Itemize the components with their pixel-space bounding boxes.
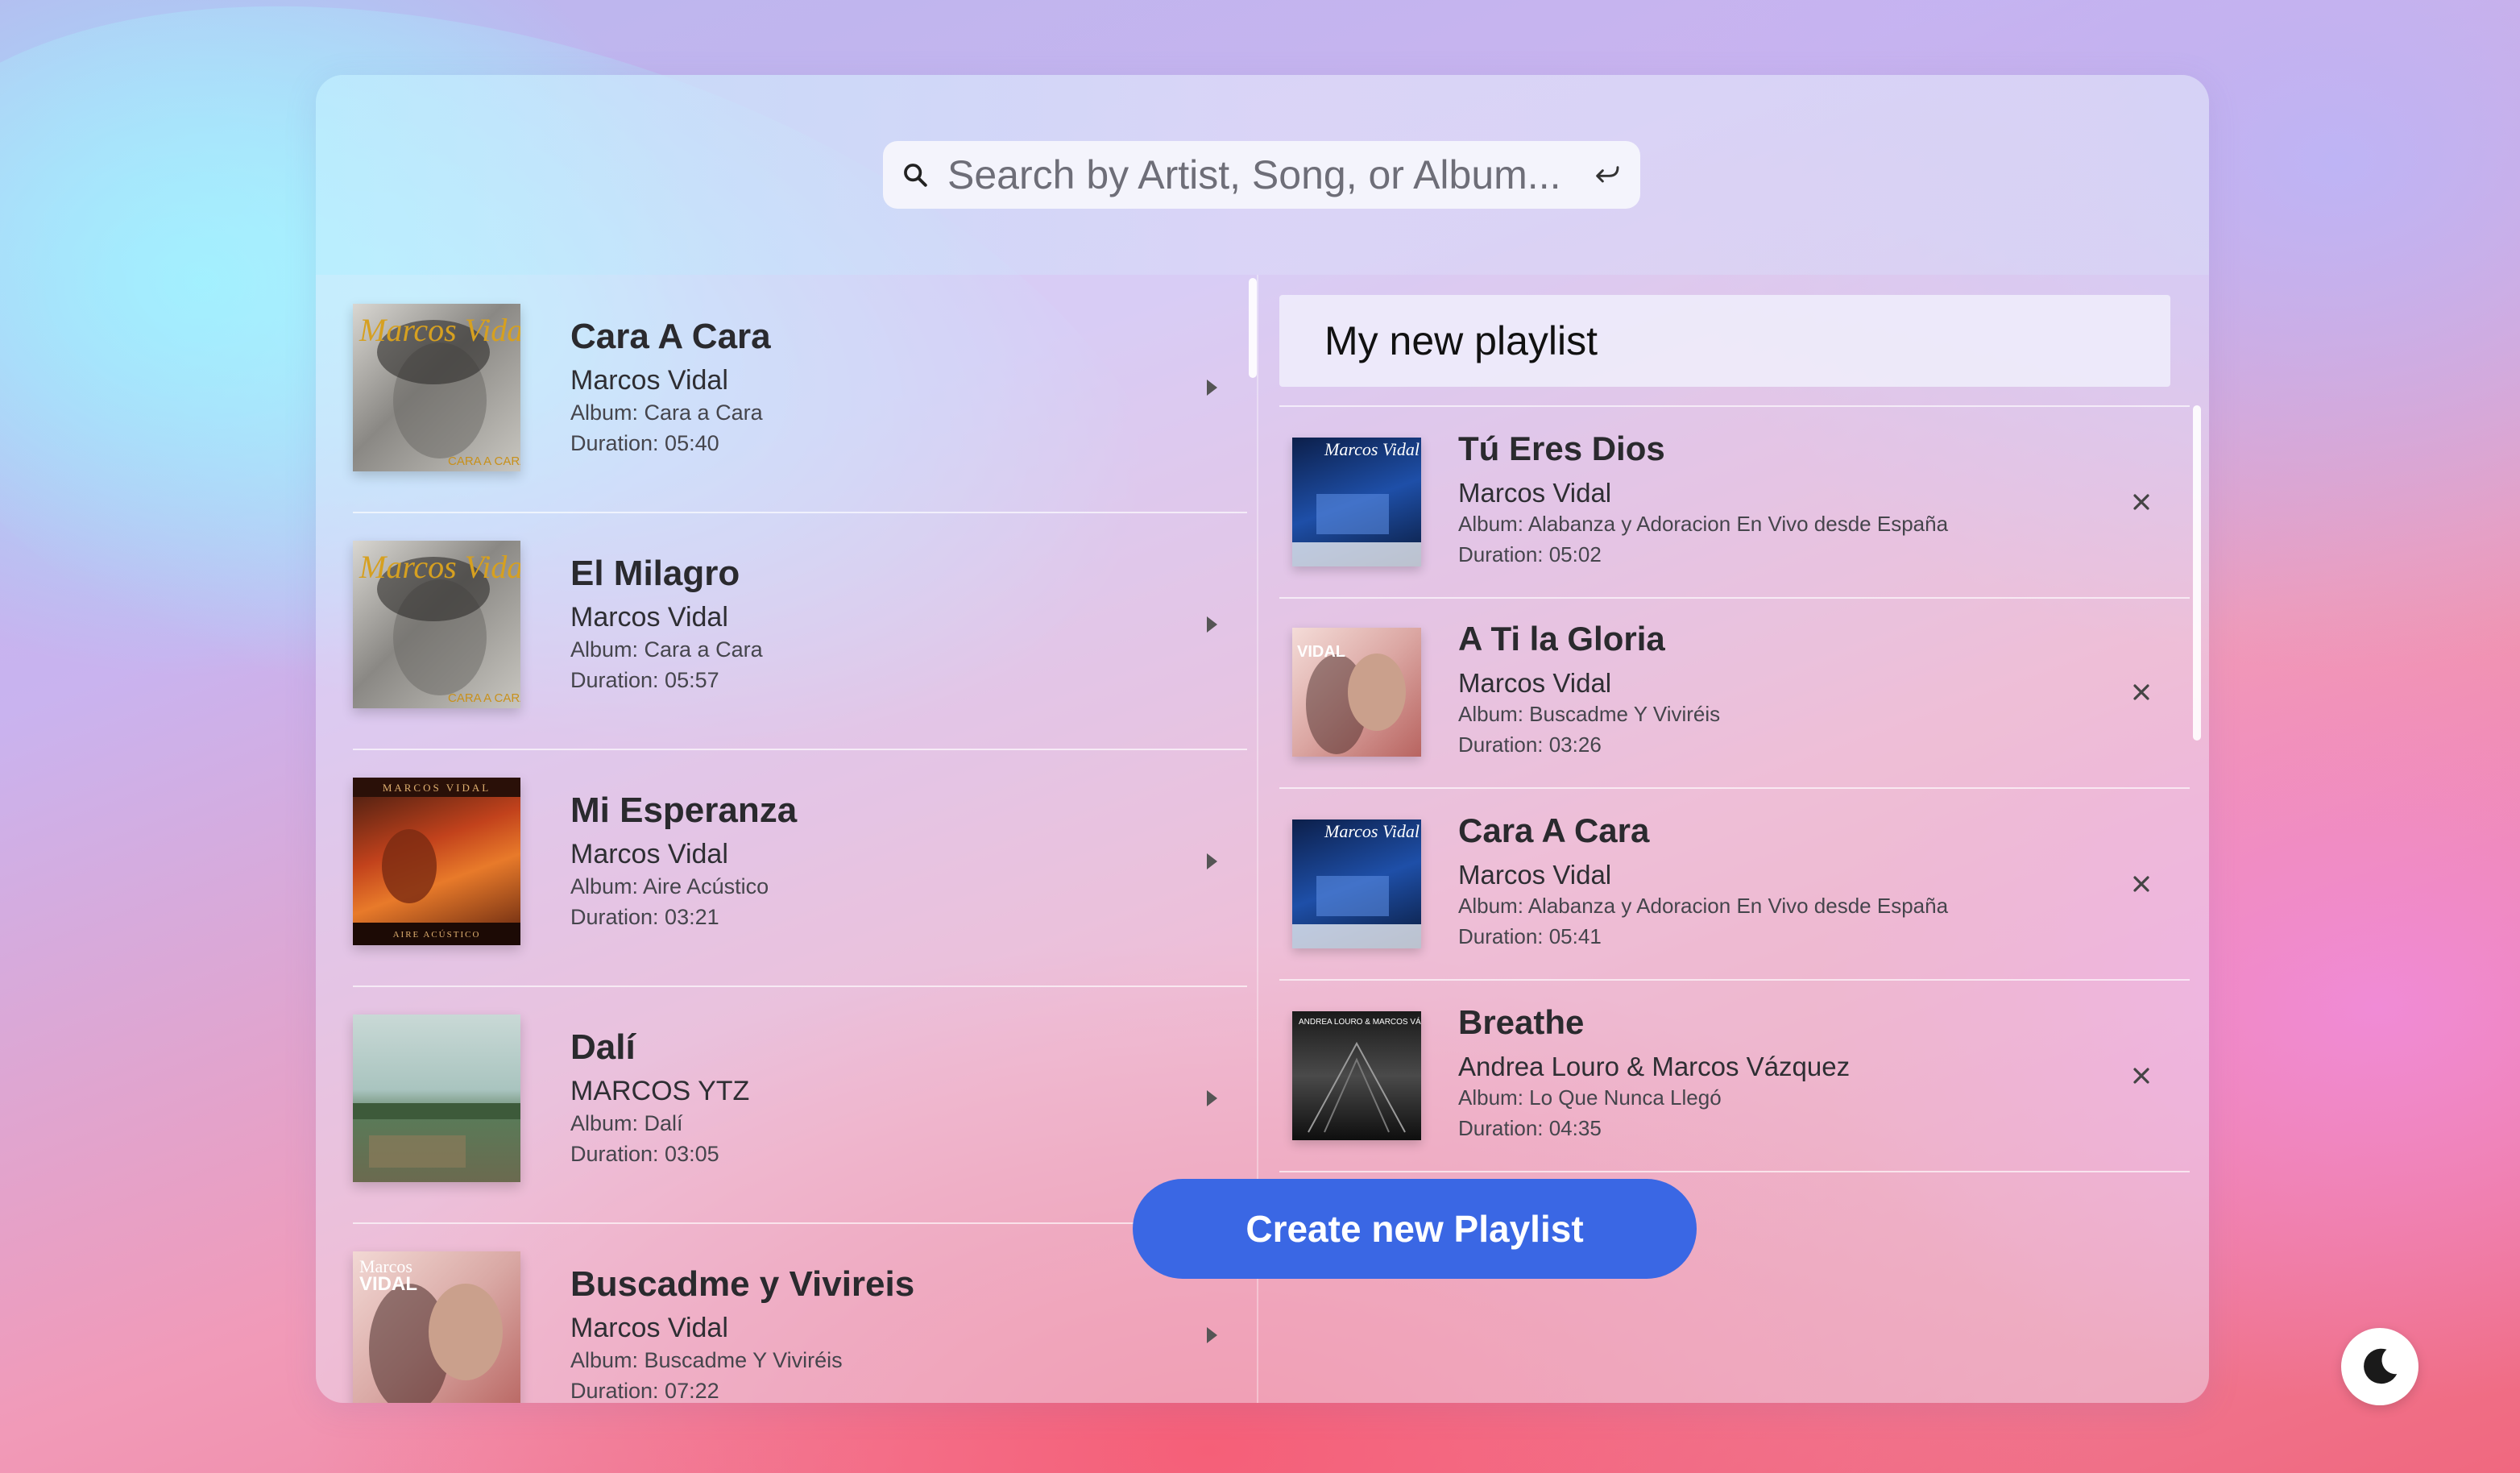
create-playlist-button[interactable]: Create new Playlist <box>1133 1179 1697 1279</box>
album-cover: Marcos Vidal <box>1292 819 1421 948</box>
album-cover: Marcos Vidal <box>1292 438 1421 566</box>
svg-text:AIRE ACÚSTICO: AIRE ACÚSTICO <box>393 930 481 940</box>
search-icon <box>883 161 947 189</box>
svg-text:CARA A CARA: CARA A CARA <box>448 454 520 468</box>
song-title: Cara A Cara <box>1458 811 1650 849</box>
song-title: El Milagro <box>570 554 740 593</box>
cover-title: ANDREA LOURO & MARCOS VÁZQUEZ <box>1299 1016 1421 1027</box>
song-album: Album: Alabanza y Adoracion En Vivo desd… <box>1458 512 1949 536</box>
result-item[interactable]: Dalí MARCOS YTZ Album: Dalí Duration: 03… <box>353 985 1247 1224</box>
search-input[interactable] <box>947 151 1576 198</box>
close-icon[interactable] <box>2125 486 2157 518</box>
cover-title: Marcos Vidal <box>1324 821 1420 841</box>
song-artist: Marcos Vidal <box>1458 478 1612 508</box>
song-artist: Marcos Vidal <box>570 839 728 869</box>
album-cover: Marcos VIDAL <box>353 1251 520 1403</box>
song-title: Breathe <box>1458 1003 1585 1041</box>
playlist-list[interactable]: Marcos Vidal Tú Eres Dios Marcos Vidal A… <box>1279 405 2199 1251</box>
chevron-right-icon[interactable] <box>1207 1090 1217 1106</box>
chevron-right-icon[interactable] <box>1207 853 1217 869</box>
album-cover: ANDREA LOURO & MARCOS VÁZQUEZ <box>1292 1011 1421 1140</box>
song-artist: Andrea Louro & Marcos Vázquez <box>1458 1052 1851 1081</box>
album-cover: MARCOS VIDAL AIRE ACÚSTICO <box>353 778 520 945</box>
chevron-right-icon[interactable] <box>1207 616 1217 633</box>
playlist-name-input[interactable] <box>1279 317 2170 365</box>
enter-icon[interactable] <box>1576 161 1640 189</box>
song-title: Mi Esperanza <box>570 790 798 830</box>
playlist-item[interactable]: Marcos Vidal Tú Eres Dios Marcos Vidal A… <box>1279 405 2190 599</box>
close-icon[interactable] <box>2125 1060 2157 1092</box>
playlist-item[interactable]: ANDREA LOURO & MARCOS VÁZQUEZ Breathe An… <box>1279 981 2190 1172</box>
song-artist: Marcos Vidal <box>1458 668 1612 698</box>
song-album: Album: Aire Acústico <box>570 874 769 898</box>
song-title: Dalí <box>570 1027 636 1067</box>
result-item[interactable]: Marcos Vidal CARA A CARA Cara A Cara Marc… <box>353 275 1247 513</box>
song-duration: Duration: 05:41 <box>1458 924 1602 948</box>
moon-icon <box>2364 1348 2398 1384</box>
song-duration: Duration: 04:35 <box>1458 1116 1602 1140</box>
playlist-item[interactable]: Marcos Vidal Cara A Cara Marcos Vidal Al… <box>1279 789 2190 981</box>
cover-title: Marcos Vidal <box>359 312 520 348</box>
theme-toggle-button[interactable] <box>2341 1328 2418 1405</box>
song-artist: Marcos Vidal <box>570 602 728 633</box>
close-icon[interactable] <box>2125 868 2157 900</box>
song-duration: Duration: 07:22 <box>570 1379 719 1403</box>
chevron-right-icon[interactable] <box>1207 1327 1217 1343</box>
song-duration: Duration: 05:40 <box>570 431 719 455</box>
song-title: Tú Eres Dios <box>1458 429 1665 467</box>
song-album: Album: Buscadme Y Viviréis <box>1458 702 1721 726</box>
song-title: A Ti la Gloria <box>1458 620 1665 658</box>
chevron-right-icon[interactable] <box>1207 380 1217 396</box>
song-duration: Duration: 05:02 <box>1458 542 1602 566</box>
song-artist: Marcos Vidal <box>570 365 728 396</box>
album-cover: Marcos Vidal CARA A CARA <box>353 541 520 708</box>
cover-title: MARCOS VIDAL <box>383 782 491 794</box>
song-artist: MARCOS YTZ <box>570 1076 750 1106</box>
song-album: Album: Alabanza y Adoracion En Vivo desd… <box>1458 894 1949 918</box>
song-album: Album: Cara a Cara <box>570 400 763 425</box>
album-cover: VIDAL <box>1292 628 1421 757</box>
album-cover <box>353 1015 520 1182</box>
results-scrollbar[interactable] <box>1249 278 1257 378</box>
cover-title: Marcos Vidal <box>359 549 520 585</box>
song-artist: Marcos Vidal <box>1458 860 1612 890</box>
svg-text:VIDAL: VIDAL <box>359 1273 417 1295</box>
song-title: Buscadme y Vivireis <box>570 1264 915 1304</box>
song-album: Album: Lo Que Nunca Llegó <box>1458 1085 1722 1110</box>
search-bar[interactable] <box>883 141 1640 209</box>
result-item[interactable]: Marcos VIDAL Buscadme y Vivireis Marcos V… <box>353 1222 1247 1403</box>
playlist-item[interactable]: VIDAL A Ti la Gloria Marcos Vidal Album:… <box>1279 597 2190 789</box>
song-album: Album: Cara a Cara <box>570 637 763 662</box>
cover-title: VIDAL <box>1297 643 1345 661</box>
svg-text:CARA A CARA: CARA A CARA <box>448 691 520 705</box>
song-album: Album: Buscadme Y Viviréis <box>570 1348 843 1372</box>
song-artist: Marcos Vidal <box>570 1313 728 1343</box>
song-duration: Duration: 03:26 <box>1458 732 1602 757</box>
song-duration: Duration: 05:57 <box>570 668 719 692</box>
song-album: Album: Dalí <box>570 1111 683 1135</box>
playlist-name-field[interactable] <box>1279 295 2170 387</box>
search-results-list[interactable]: Marcos Vidal CARA A CARA Cara A Cara Marc… <box>316 275 1257 1403</box>
song-duration: Duration: 03:21 <box>570 905 719 929</box>
result-item[interactable]: Marcos Vidal CARA A CARA El Milagro Marco… <box>353 512 1247 750</box>
cover-title: Marcos Vidal <box>1324 439 1420 459</box>
album-cover: Marcos Vidal CARA A CARA <box>353 304 520 471</box>
song-title: Cara A Cara <box>570 317 771 356</box>
result-item[interactable]: MARCOS VIDAL AIRE ACÚSTICO Mi Esperanza M… <box>353 749 1247 987</box>
playlist-scrollbar[interactable] <box>2193 405 2201 741</box>
song-duration: Duration: 03:05 <box>570 1142 719 1166</box>
close-icon[interactable] <box>2125 676 2157 708</box>
